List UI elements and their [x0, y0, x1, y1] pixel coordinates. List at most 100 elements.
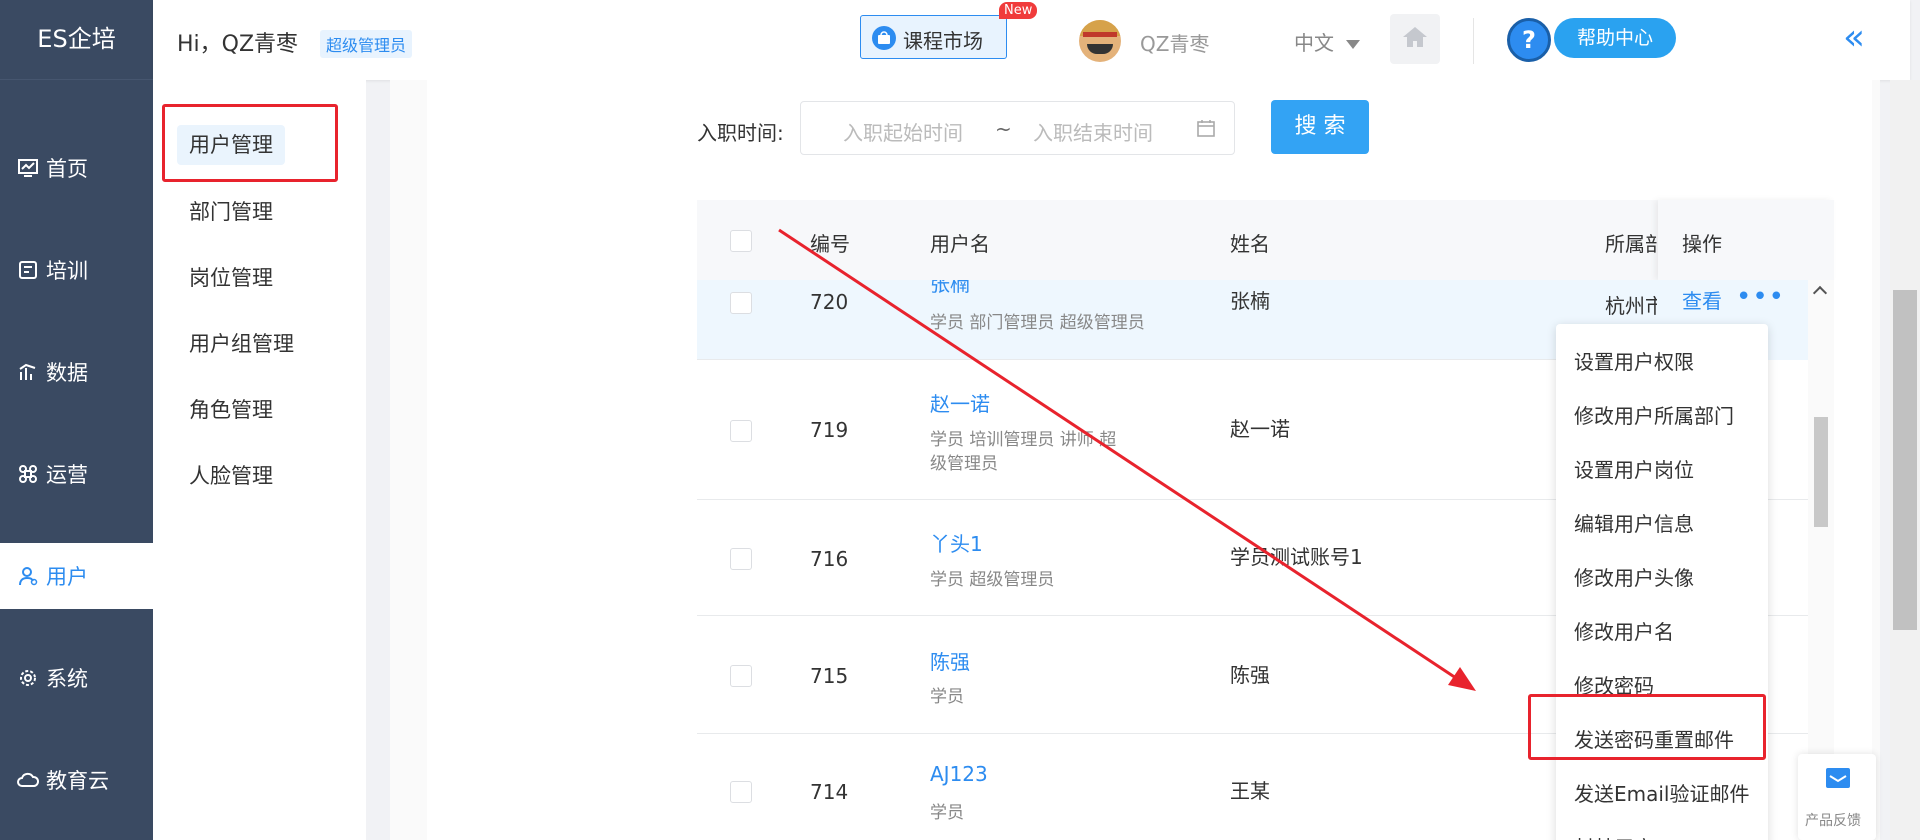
row-name: 陈强 [1230, 663, 1270, 687]
new-badge: New [999, 2, 1038, 19]
row-id: 714 [810, 780, 849, 804]
dashboard-icon [16, 156, 40, 180]
page-scrollbar-thumb[interactable] [1893, 290, 1917, 630]
search-button[interactable]: 搜 索 [1271, 100, 1369, 154]
sidebar-item-home[interactable]: 首页 [0, 135, 153, 201]
sidebar-item-label: 用户 [46, 565, 88, 589]
command-icon [16, 462, 40, 486]
view-link[interactable]: 查看 [1682, 285, 1722, 314]
column-header-username[interactable]: 用户名 [930, 228, 990, 257]
row-role-tags: 学员 部门管理员 超级管理员 [930, 313, 1145, 333]
feedback-widget[interactable]: 产品反馈 [1798, 754, 1876, 840]
menu-item-set-position[interactable]: 设置用户岗位 [1574, 454, 1694, 483]
sidebar-item-operations[interactable]: 运营 [0, 441, 153, 507]
role-badge: 超级管理员 [320, 30, 413, 58]
column-header-department: 所属部 [1605, 232, 1657, 256]
row-role-tags: 学员 [930, 803, 964, 823]
row-id: 715 [810, 664, 849, 688]
menu-item-change-department[interactable]: 修改用户所属部门 [1574, 400, 1734, 429]
menu-item-edit-user-info[interactable]: 编辑用户信息 [1574, 508, 1694, 537]
sidebar-item-system[interactable]: 系统 [0, 645, 153, 711]
row-checkbox[interactable] [730, 665, 752, 687]
more-actions-icon[interactable]: ••• [1736, 282, 1785, 312]
sidebar-item-edu-cloud[interactable]: 教育云 [0, 747, 153, 813]
greeting: Hi，QZ青枣 [177, 32, 299, 57]
sidebar-item-label: 数据 [46, 361, 88, 385]
row-name: 王某 [1230, 779, 1270, 803]
avatar[interactable] [1079, 20, 1121, 62]
help-center-label: 帮助中心 [1554, 18, 1676, 58]
row-role-tags: 学员 [930, 687, 964, 707]
user-icon [16, 564, 40, 588]
row-checkbox[interactable] [730, 548, 752, 570]
subnav-item-department-management[interactable]: 部门管理 [177, 192, 285, 232]
row-username-link[interactable]: 张楠 [930, 280, 970, 296]
row-checkbox[interactable] [730, 781, 752, 803]
sidebar-item-label: 首页 [46, 157, 88, 181]
row-username-link[interactable]: 陈强 [930, 646, 970, 675]
calendar-icon [1196, 118, 1216, 143]
help-icon: ? [1507, 18, 1551, 62]
menu-item-change-avatar[interactable]: 修改用户头像 [1574, 562, 1694, 591]
course-market-label: 课程市场 [903, 29, 983, 53]
sidebar: ES企培 首页 培训 数据 运营 用户 系统 教育云 [0, 0, 153, 840]
row-checkbox[interactable] [730, 292, 752, 314]
menu-item-change-username[interactable]: 修改用户名 [1574, 616, 1674, 645]
menu-item-send-email-verification[interactable]: 发送Email验证邮件 [1574, 778, 1750, 807]
column-header-operations: 操作 [1682, 232, 1722, 256]
subnav-item-usergroup-management[interactable]: 用户组管理 [177, 324, 306, 364]
sub-navigation: 用户管理 部门管理 岗位管理 用户组管理 角色管理 人脸管理 [153, 80, 366, 840]
username-clip: 张楠 [930, 280, 1030, 296]
menu-item-ban-user[interactable]: 封禁用户 [1574, 832, 1654, 840]
header-divider [1473, 18, 1474, 64]
language-label: 中文 [1294, 31, 1334, 55]
row-name: 学员测试账号1 [1230, 545, 1363, 569]
hire-date-label: 入职时间: [697, 121, 784, 145]
language-select[interactable]: 中文 [1294, 27, 1361, 56]
course-market-button[interactable]: 课程市场 [860, 15, 1007, 59]
row-username-link[interactable]: 赵一诺 [930, 388, 990, 417]
row-id: 719 [810, 418, 849, 442]
select-all-checkbox[interactable] [730, 230, 752, 252]
menu-item-set-permissions[interactable]: 设置用户权限 [1574, 346, 1694, 375]
home-button[interactable] [1390, 14, 1440, 64]
subnav-item-position-management[interactable]: 岗位管理 [177, 258, 285, 298]
row-role-tags: 学员 培训管理员 讲师 超级管理员 [930, 430, 1117, 474]
username[interactable]: QZ青枣 [1140, 28, 1209, 57]
sidebar-item-users[interactable]: 用户 [0, 543, 153, 609]
chevron-down-icon [1346, 40, 1361, 49]
row-role-tags: 学员 超级管理员 [930, 570, 1055, 590]
annotation-box-user-management [162, 104, 338, 182]
row-department: 杭州市 [1605, 294, 1657, 318]
end-date-placeholder: 入职结束时间 [1033, 121, 1153, 145]
sidebar-item-data[interactable]: 数据 [0, 339, 153, 405]
sidebar-item-training[interactable]: 培训 [0, 237, 153, 303]
hire-date-range-picker[interactable]: 入职起始时间 ~ 入职结束时间 [800, 101, 1235, 155]
course-market-icon [872, 26, 896, 50]
column-header-name: 姓名 [1230, 232, 1270, 256]
subnav-item-role-management[interactable]: 角色管理 [177, 390, 285, 430]
row-checkbox[interactable] [730, 420, 752, 442]
top-header: Hi，QZ青枣 超级管理员 课程市场 New QZ青枣 中文 ? 帮助中心 « [153, 0, 1910, 80]
row-name: 张楠 [1230, 289, 1270, 313]
row-id: 720 [810, 290, 849, 314]
row-username-link[interactable]: 丫头1 [930, 528, 983, 557]
sidebar-item-label: 系统 [46, 667, 88, 691]
annotation-box-send-reset-email [1528, 694, 1766, 760]
table-scrollbar-thumb[interactable] [1814, 417, 1828, 527]
page-scrollbar[interactable] [1890, 80, 1920, 840]
collapse-icon[interactable]: « [1843, 20, 1865, 56]
row-id: 716 [810, 547, 849, 571]
sidebar-item-label: 培训 [46, 259, 88, 283]
app-logo: ES企培 [0, 0, 153, 80]
home-icon [1402, 25, 1428, 54]
chevron-up-icon [1812, 285, 1828, 301]
column-header-id: 编号 [810, 232, 850, 256]
feedback-icon [1824, 766, 1852, 797]
date-separator: ~ [995, 117, 1012, 141]
help-center-button[interactable]: ? 帮助中心 [1507, 14, 1695, 64]
subnav-item-face-management[interactable]: 人脸管理 [177, 456, 285, 496]
chart-icon [16, 360, 40, 384]
feedback-label: 产品反馈 [1805, 813, 1861, 829]
row-username-link[interactable]: AJ123 [930, 762, 988, 786]
